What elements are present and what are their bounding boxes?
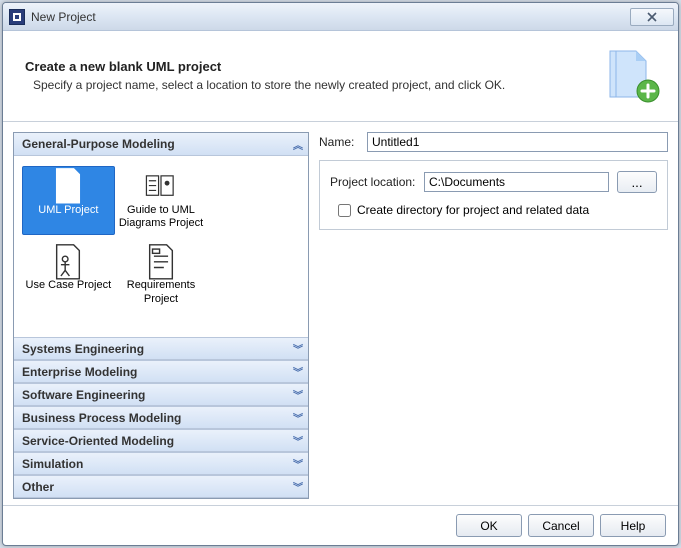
- project-type-use-case-project[interactable]: Use Case Project: [22, 241, 115, 310]
- project-type-label: Guide to UML Diagrams Project: [118, 204, 205, 230]
- category-systems-engineering[interactable]: Systems Engineering ︾: [14, 337, 308, 360]
- name-label: Name:: [319, 135, 359, 149]
- category-label: Business Process Modeling: [22, 411, 293, 425]
- help-button[interactable]: Help: [600, 514, 666, 537]
- name-row: Name:: [319, 132, 668, 152]
- category-label: Software Engineering: [22, 388, 293, 402]
- create-directory-row: Create directory for project and related…: [330, 203, 657, 217]
- category-service-oriented-modeling[interactable]: Service-Oriented Modeling ︾: [14, 429, 308, 452]
- create-directory-label: Create directory for project and related…: [357, 203, 589, 217]
- window-title: New Project: [31, 10, 624, 24]
- category-items: UML Project Guide to UML Diagrams Projec…: [14, 156, 308, 337]
- dialog-footer: OK Cancel Help: [3, 505, 678, 545]
- category-label: General-Purpose Modeling: [22, 137, 293, 151]
- titlebar: New Project: [3, 3, 678, 31]
- category-general-purpose-modeling[interactable]: General-Purpose Modeling ︽: [14, 133, 308, 156]
- chevron-down-icon: ︾: [293, 479, 300, 494]
- category-label: Service-Oriented Modeling: [22, 434, 293, 448]
- location-input[interactable]: [424, 172, 609, 192]
- chevron-down-icon: ︾: [293, 456, 300, 471]
- category-label: Systems Engineering: [22, 342, 293, 356]
- guide-icon: [144, 171, 178, 201]
- project-type-requirements-project[interactable]: Requirements Project: [115, 241, 208, 310]
- dialog-header: Create a new blank UML project Specify a…: [3, 31, 678, 115]
- project-type-guide-uml-diagrams[interactable]: Guide to UML Diagrams Project: [115, 166, 208, 235]
- project-type-uml-project[interactable]: UML Project: [22, 166, 115, 235]
- chevron-down-icon: ︾: [293, 364, 300, 379]
- browse-button[interactable]: ...: [617, 171, 657, 193]
- dialog-body: General-Purpose Modeling ︽ UML Project G…: [3, 122, 678, 505]
- close-icon: [647, 12, 657, 22]
- category-software-engineering[interactable]: Software Engineering ︾: [14, 383, 308, 406]
- project-type-label: UML Project: [38, 204, 98, 217]
- document-icon: [51, 171, 85, 201]
- use-case-icon: [51, 246, 85, 276]
- chevron-down-icon: ︾: [293, 387, 300, 402]
- header-text: Create a new blank UML project Specify a…: [17, 59, 584, 92]
- chevron-down-icon: ︾: [293, 433, 300, 448]
- ok-button[interactable]: OK: [456, 514, 522, 537]
- header-subtitle: Specify a project name, select a locatio…: [33, 78, 584, 92]
- cancel-button[interactable]: Cancel: [528, 514, 594, 537]
- category-label: Enterprise Modeling: [22, 365, 293, 379]
- name-input[interactable]: [367, 132, 668, 152]
- chevron-down-icon: ︾: [293, 410, 300, 425]
- form-panel: Name: Project location: ... Create direc…: [319, 132, 668, 499]
- window-close-button[interactable]: [630, 8, 674, 26]
- category-label: Other: [22, 480, 293, 494]
- location-label: Project location:: [330, 175, 416, 189]
- app-icon: [9, 9, 25, 25]
- project-type-label: Use Case Project: [26, 279, 112, 292]
- chevron-down-icon: ︾: [293, 341, 300, 356]
- new-project-dialog: New Project Create a new blank UML proje…: [2, 2, 679, 546]
- header-title: Create a new blank UML project: [25, 59, 584, 74]
- header-icon: [596, 41, 664, 109]
- category-enterprise-modeling[interactable]: Enterprise Modeling ︾: [14, 360, 308, 383]
- create-directory-checkbox[interactable]: [338, 204, 351, 217]
- chevron-up-icon: ︽: [293, 137, 300, 152]
- category-label: Simulation: [22, 457, 293, 471]
- category-panel: General-Purpose Modeling ︽ UML Project G…: [13, 132, 309, 499]
- category-other[interactable]: Other ︾: [14, 475, 308, 498]
- category-simulation[interactable]: Simulation ︾: [14, 452, 308, 475]
- project-type-label: Requirements Project: [118, 279, 205, 305]
- requirements-icon: [144, 246, 178, 276]
- location-fieldset: Project location: ... Create directory f…: [319, 160, 668, 230]
- category-business-process-modeling[interactable]: Business Process Modeling ︾: [14, 406, 308, 429]
- location-row: Project location: ...: [330, 171, 657, 193]
